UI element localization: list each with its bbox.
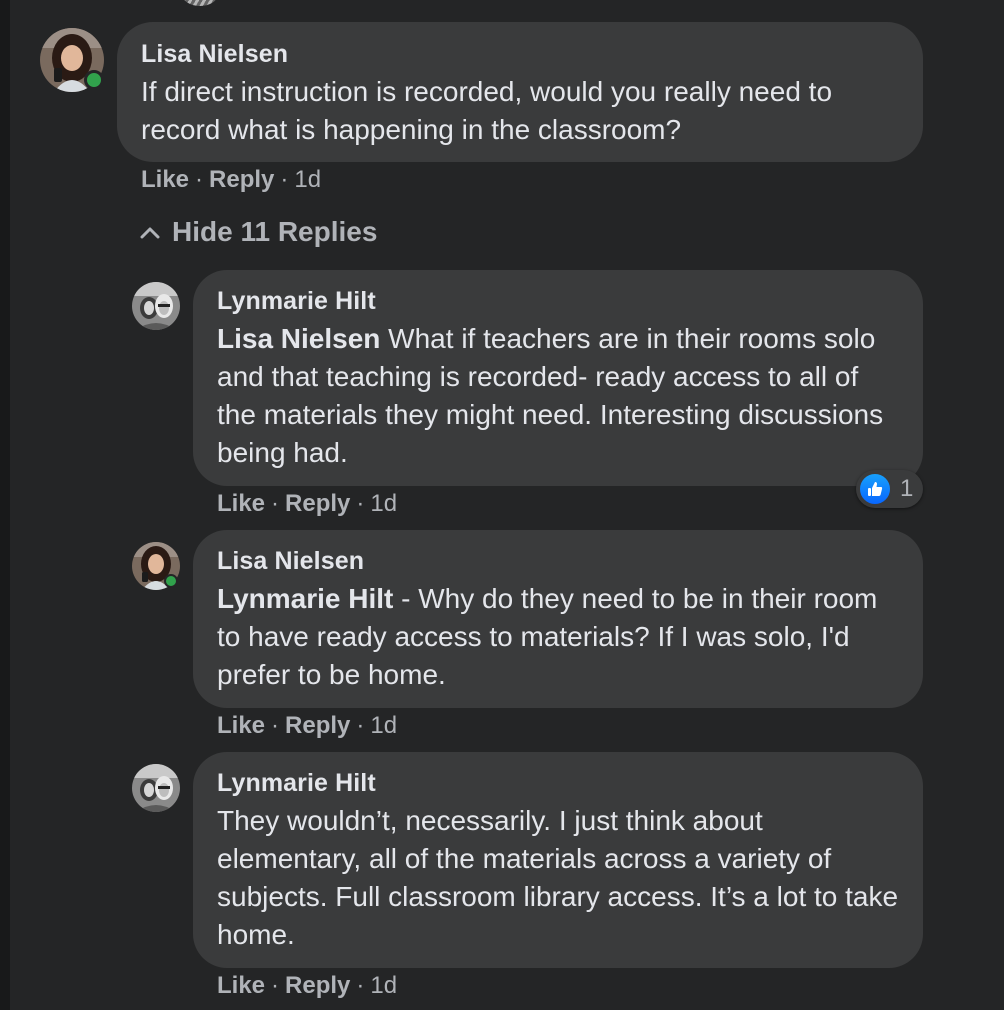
comment-bubble: Lynmarie Hilt They wouldn’t, necessarily… [193, 752, 923, 968]
comment-author[interactable]: Lisa Nielsen [217, 546, 899, 576]
separator: · [356, 712, 365, 739]
reaction-summary[interactable]: 1 [856, 470, 924, 508]
comment-author[interactable]: Lynmarie Hilt [217, 768, 899, 798]
timestamp[interactable]: 1d [370, 490, 397, 517]
comment-author[interactable]: Lynmarie Hilt [217, 286, 899, 316]
comment-actions: Like · Reply · 1d [217, 971, 397, 1001]
reply-button[interactable]: Reply [285, 490, 350, 517]
comment-author[interactable]: Lisa Nielsen [141, 39, 899, 69]
comment-bubble: Lisa Nielsen Lynmarie Hilt - Why do they… [193, 530, 923, 708]
timestamp[interactable]: 1d [370, 712, 397, 739]
chevron-up-icon [140, 227, 160, 239]
avatar-lynmarie-hilt[interactable] [132, 764, 180, 812]
previous-avatar-fragment [182, 0, 218, 6]
comment-text: If direct instruction is recorded, would… [141, 76, 833, 145]
reply-button[interactable]: Reply [209, 166, 274, 193]
page-edge [0, 0, 10, 1010]
comment-bubble: Lynmarie Hilt Lisa Nielsen What if teach… [193, 270, 923, 486]
separator: · [356, 490, 365, 517]
reply-button[interactable]: Reply [285, 712, 350, 739]
thumbs-up-icon [858, 472, 892, 506]
separator: · [280, 166, 289, 193]
separator: · [271, 712, 280, 739]
comment-actions: Like · Reply · 1d [217, 711, 397, 741]
separator: · [271, 490, 280, 517]
separator: · [271, 972, 280, 999]
timestamp[interactable]: 1d [294, 166, 321, 193]
comment-actions: Like · Reply · 1d [217, 489, 397, 519]
reaction-count: 1 [900, 475, 914, 502]
hide-replies-button[interactable]: Hide 11 Replies [140, 214, 377, 250]
online-status-dot [84, 70, 104, 90]
like-button[interactable]: Like [141, 166, 189, 193]
hide-replies-label: Hide 11 Replies [172, 216, 378, 247]
reply-button[interactable]: Reply [285, 972, 350, 999]
comment-actions: Like · Reply · 1d [141, 165, 321, 195]
comment-text: Lynmarie Hilt - Why do they need to be i… [217, 580, 899, 694]
comment-bubble: Lisa Nielsen If direct instruction is re… [117, 22, 923, 162]
like-button[interactable]: Like [217, 712, 265, 739]
avatar-lisa-nielsen[interactable] [40, 28, 104, 92]
timestamp[interactable]: 1d [370, 972, 397, 999]
like-button[interactable]: Like [217, 490, 265, 517]
avatar-lynmarie-hilt[interactable] [132, 282, 180, 330]
like-button[interactable]: Like [217, 972, 265, 999]
separator: · [356, 972, 365, 999]
mention-link[interactable]: Lynmarie Hilt [217, 583, 393, 614]
comment-text: Lisa Nielsen What if teachers are in the… [217, 320, 899, 472]
comment-text: They wouldn’t, necessarily. I just think… [217, 805, 899, 950]
separator: · [195, 166, 204, 193]
mention-link[interactable]: Lisa Nielsen [217, 323, 380, 354]
avatar-lisa-nielsen[interactable] [132, 542, 180, 590]
online-status-dot [164, 574, 178, 588]
